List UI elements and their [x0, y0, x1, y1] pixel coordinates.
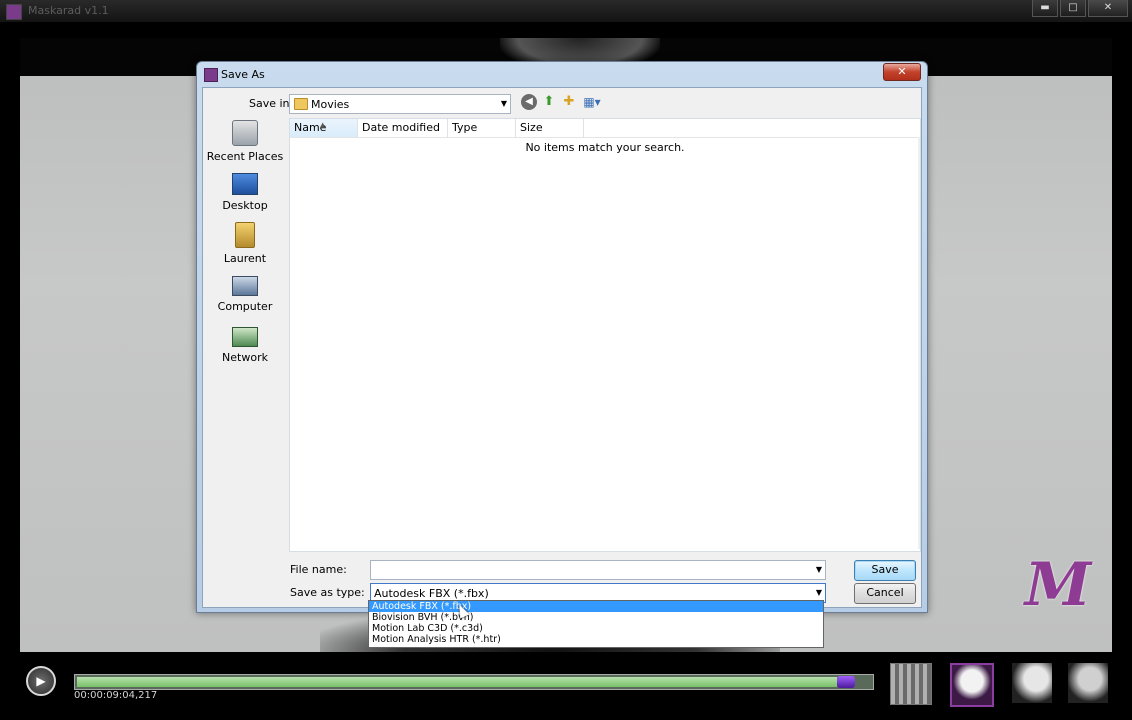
- save-button[interactable]: Save: [854, 560, 916, 581]
- save-in-value: Movies: [311, 98, 350, 111]
- play-button[interactable]: ▶: [26, 666, 56, 696]
- place-laurent[interactable]: Laurent: [205, 222, 285, 265]
- file-list-edge: [918, 137, 920, 549]
- place-network[interactable]: Network: [205, 324, 285, 364]
- place-label: Desktop: [222, 199, 268, 212]
- place-label: Computer: [217, 300, 273, 313]
- place-desktop[interactable]: Desktop: [205, 171, 285, 212]
- chevron-down-icon: ▼: [500, 99, 507, 108]
- file-name-input[interactable]: ▼: [370, 560, 826, 580]
- views-menu-icon[interactable]: ▦▾: [581, 94, 603, 110]
- dialog-titlebar[interactable]: Save As ✕: [197, 62, 927, 86]
- type-option-fbx[interactable]: Autodesk FBX (*.fbx): [369, 601, 823, 612]
- empty-message: No items match your search.: [525, 141, 685, 154]
- dialog-app-icon: [204, 68, 218, 82]
- type-option-htr[interactable]: Motion Analysis HTR (*.htr): [369, 634, 823, 645]
- minimize-button[interactable]: ▬: [1032, 0, 1058, 17]
- save-as-dialog: Save As ✕ Save in: Movies ▼ ◀ ⬆ ✚ ▦▾ Rec…: [196, 61, 928, 613]
- logo-letter: M: [1024, 550, 1092, 620]
- header-divider: [290, 137, 920, 138]
- column-header-date-modified[interactable]: Date modified: [358, 119, 448, 137]
- save-in-dropdown[interactable]: Movies ▼: [289, 94, 511, 114]
- save-as-type-options: Autodesk FBX (*.fbx) Biovision BVH (*.bv…: [368, 600, 824, 648]
- export-masks-icon[interactable]: [1068, 663, 1108, 703]
- chevron-down-icon[interactable]: ▼: [816, 588, 822, 597]
- column-header-name[interactable]: ▲ Name: [290, 119, 358, 137]
- place-computer[interactable]: Computer: [205, 273, 285, 313]
- type-option-c3d[interactable]: Motion Lab C3D (*.c3d): [369, 623, 823, 634]
- timeline-progress: [77, 677, 837, 687]
- window-controls: ▬ □ ✕: [1030, 0, 1128, 17]
- save-as-type-label: Save as type:: [290, 586, 365, 599]
- navigation-toolbar: ◀ ⬆ ✚ ▦▾: [521, 94, 607, 110]
- chevron-down-icon[interactable]: ▼: [816, 565, 822, 574]
- timeline-thumb[interactable]: [837, 676, 855, 688]
- maskarad-logo: M: [1004, 542, 1112, 642]
- cancel-button[interactable]: Cancel: [854, 583, 916, 604]
- film-strip-icon[interactable]: [890, 663, 932, 705]
- place-recent-places[interactable]: Recent Places: [205, 120, 285, 163]
- timeline-slider[interactable]: [74, 674, 874, 690]
- column-header-size[interactable]: Size: [516, 119, 584, 137]
- save-mask-icon[interactable]: [1012, 663, 1052, 703]
- user-folder-icon: [235, 222, 255, 248]
- app-title: Maskarad v1.1: [28, 4, 109, 17]
- place-label: Recent Places: [206, 150, 284, 163]
- place-label: Laurent: [223, 252, 267, 265]
- type-option-bvh[interactable]: Biovision BVH (*.bvh): [369, 612, 823, 623]
- timecode: 00:00:09:04,217: [74, 690, 158, 701]
- play-icon: ▶: [36, 674, 46, 688]
- up-folder-icon[interactable]: ⬆: [541, 94, 557, 110]
- dialog-body: Save in: Movies ▼ ◀ ⬆ ✚ ▦▾ Recent Places…: [202, 87, 922, 608]
- place-label: Network: [222, 351, 268, 364]
- mask-select-icon[interactable]: [950, 663, 994, 707]
- places-bar: Recent Places Desktop Laurent Computer N…: [205, 118, 285, 548]
- desktop-icon: [232, 173, 258, 195]
- player-controls: ▶ 00:00:09:04,217: [0, 652, 1132, 720]
- new-folder-icon[interactable]: ✚: [561, 94, 577, 110]
- app-titlebar: Maskarad v1.1 ▬ □ ✕: [0, 0, 1132, 22]
- recent-places-icon: [232, 120, 258, 146]
- computer-icon: [232, 276, 258, 296]
- save-in-label: Save in:: [249, 97, 294, 110]
- network-icon: [232, 327, 258, 347]
- save-as-type-value: Autodesk FBX (*.fbx): [374, 587, 489, 600]
- file-name-label: File name:: [290, 563, 347, 576]
- dialog-close-button[interactable]: ✕: [883, 63, 921, 81]
- maximize-button[interactable]: □: [1060, 0, 1086, 17]
- dialog-title: Save As: [221, 68, 265, 81]
- folder-icon: [294, 98, 308, 110]
- sort-ascending-icon: ▲: [320, 121, 326, 129]
- app-logo-icon: [6, 4, 22, 20]
- file-list[interactable]: ▲ Name Date modified Type Size No items …: [289, 118, 921, 552]
- column-header-type[interactable]: Type: [448, 119, 516, 137]
- back-arrow-icon[interactable]: ◀: [521, 94, 537, 110]
- window-close-button[interactable]: ✕: [1088, 0, 1128, 17]
